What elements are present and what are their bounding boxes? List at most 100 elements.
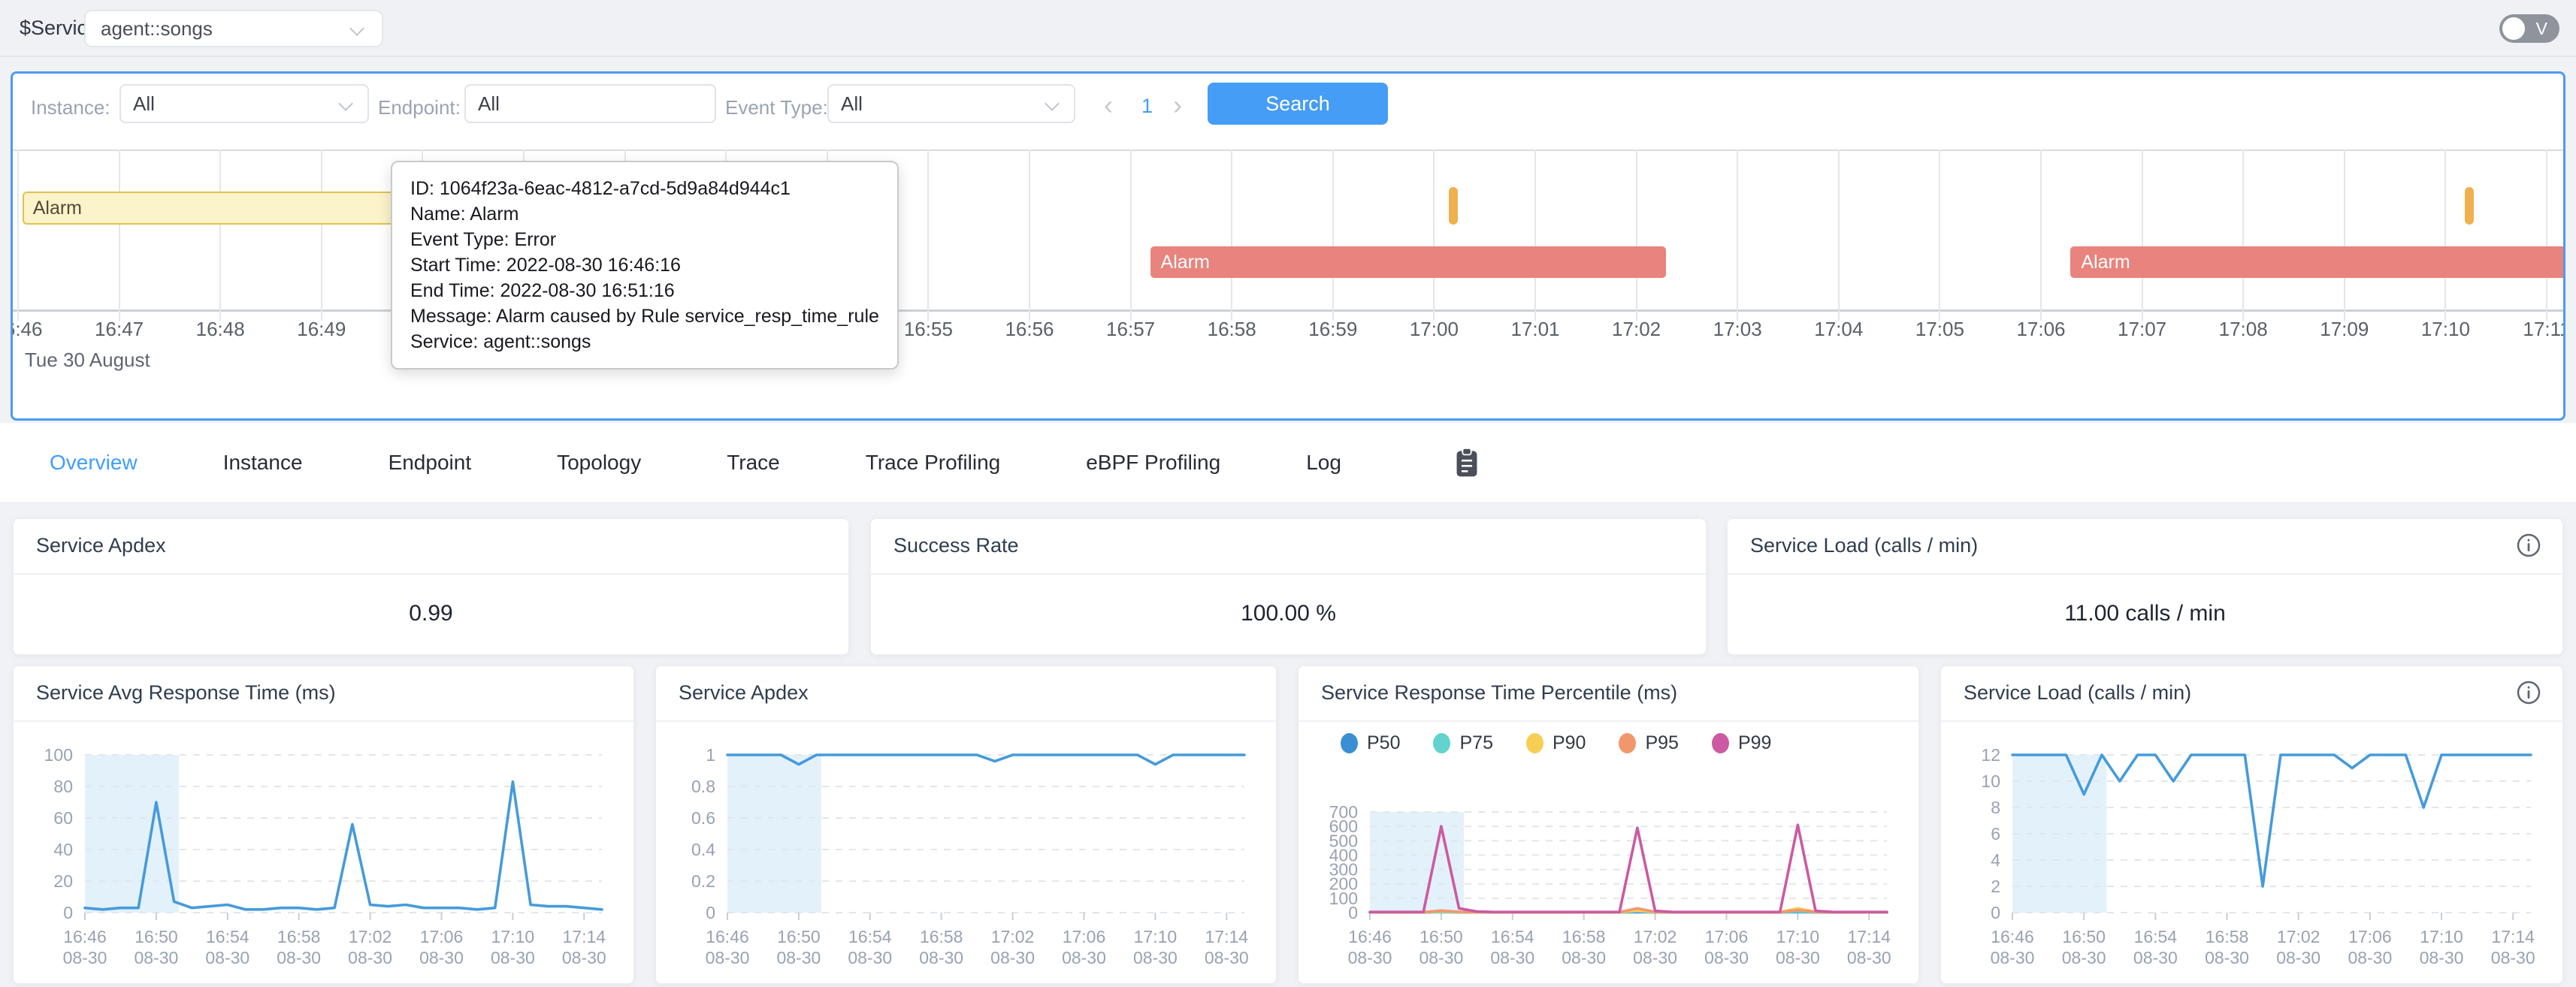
x-axis-tick-label: 17:0608-30	[1062, 927, 1106, 967]
metric-card-title: Success Rate	[893, 534, 1019, 557]
metric-card-success-rate: Success Rate 100.00 %	[870, 518, 1707, 655]
x-axis-tick-label: 16:5808-30	[1562, 927, 1606, 967]
y-axis-tick-label: 2	[1991, 877, 2000, 896]
dashboard-tabs-bar: Overview Instance Endpoint Topology Trace Tra…	[0, 423, 2576, 502]
timeline-time-label: 16:49	[269, 318, 374, 341]
line-chart: 010020030040050060070016:4608-3016:5008-…	[1299, 723, 1918, 983]
timeline-gridline	[1231, 149, 1232, 321]
y-axis-tick-label: 20	[53, 871, 73, 891]
x-axis-tick-label: 16:5808-30	[2205, 927, 2249, 967]
legend-label: P95	[1645, 732, 1678, 754]
y-axis-tick-label: 80	[53, 777, 73, 796]
tab-topology[interactable]: Topology	[557, 451, 641, 475]
chart-card-avg-response-time: Service Avg Response Time (ms) 020406080…	[13, 666, 634, 984]
y-axis-tick-label: 0.2	[691, 871, 715, 891]
x-axis-tick-label: 16:5408-30	[205, 927, 249, 967]
x-axis-tick-label: 17:1408-30	[2491, 927, 2535, 967]
legend-item-p95[interactable]: P95	[1619, 732, 1678, 754]
divider	[656, 720, 1276, 722]
timeline-gridline	[1433, 149, 1435, 321]
tabs-container: Overview Instance Endpoint Topology Trace Tra…	[50, 423, 1480, 502]
search-button[interactable]: Search	[1208, 83, 1388, 125]
chart-card-service-apdex: Service Apdex 00.20.40.60.8116:4608-3016…	[655, 666, 1277, 984]
timeline-time-label: 16:56	[977, 318, 1082, 341]
chevron-down-icon	[339, 95, 355, 112]
x-axis-tick-label: 17:0208-30	[1633, 927, 1677, 967]
timeline-time-label: 17:08	[2191, 318, 2296, 341]
legend-dot-icon	[1619, 733, 1636, 753]
timeline-gridline	[2040, 149, 2042, 321]
timeline-time-label: 17:03	[1685, 318, 1790, 341]
timeline-gridline	[321, 149, 322, 321]
chart-card-service-load: Service Load (calls / min) 02468101216:4…	[1940, 666, 2563, 984]
pager-page-number[interactable]: 1	[1141, 95, 1153, 118]
chevron-down-icon	[350, 20, 367, 37]
timeline-time-label: 16:57	[1078, 318, 1184, 341]
endpoint-input[interactable]	[478, 92, 703, 116]
line-chart: 00.20.40.60.8116:4608-3016:5008-3016:540…	[656, 723, 1276, 983]
timeline-gridline	[2142, 149, 2143, 321]
legend-item-p99[interactable]: P99	[1712, 732, 1771, 754]
tooltip-line: Start Time: 2022-08-30 16:46:16	[410, 252, 879, 278]
legend-item-p75[interactable]: P75	[1433, 732, 1492, 754]
info-icon[interactable]	[2516, 680, 2541, 709]
pager-next-icon[interactable]: ›	[1173, 92, 1182, 119]
timeline-gridline	[2444, 149, 2446, 321]
timeline-point-event[interactable]	[2465, 187, 2474, 225]
timeline-time-label: 17:02	[1584, 318, 1689, 341]
timeline-top-border	[13, 149, 2565, 151]
pager-prev-icon[interactable]: ‹	[1104, 92, 1113, 119]
timeline-point-event[interactable]	[1449, 187, 1458, 225]
timeline-event-bar[interactable]: Alarm	[2070, 246, 2565, 278]
legend-item-p50[interactable]: P50	[1341, 732, 1400, 754]
x-axis-tick-label: 17:1408-30	[1205, 927, 1249, 967]
clipboard-icon[interactable]	[1454, 447, 1480, 478]
endpoint-filter-label: Endpoint:	[378, 96, 461, 119]
x-axis-tick-label: 16:5808-30	[277, 927, 321, 967]
tooltip-line: End Time: 2022-08-30 16:51:16	[410, 278, 879, 303]
metric-card-service-load: Service Load (calls / min) 11.00 calls /…	[1727, 518, 2563, 655]
tab-trace[interactable]: Trace	[727, 451, 780, 475]
timeline-gridline	[1737, 149, 1738, 321]
timeline-gridline	[1939, 149, 1940, 321]
legend-item-p90[interactable]: P90	[1526, 732, 1586, 754]
y-axis-tick-label: 0	[1991, 903, 2000, 922]
instance-select-value: All	[133, 92, 339, 116]
x-axis-tick-label: 16:5008-30	[776, 927, 821, 967]
tooltip-line: Event Type: Error	[410, 227, 879, 252]
x-axis-tick-label: 16:5008-30	[2062, 927, 2106, 967]
x-axis-tick-label: 17:1008-30	[491, 927, 535, 967]
tab-instance[interactable]: Instance	[223, 451, 303, 475]
info-icon[interactable]	[2516, 533, 2541, 562]
x-axis-tick-label: 16:5808-30	[919, 927, 963, 967]
y-axis-tick-label: 1	[706, 745, 715, 765]
x-axis-tick-label: 17:0608-30	[1704, 927, 1749, 967]
tab-endpoint[interactable]: Endpoint	[389, 451, 472, 475]
x-axis-tick-label: 16:5408-30	[1490, 927, 1534, 967]
timeline-gridline	[1838, 149, 1840, 321]
event-type-select[interactable]: All	[827, 84, 1075, 123]
toggle-knob	[2502, 17, 2525, 40]
divider	[1299, 720, 1918, 722]
legend-label: P99	[1738, 732, 1771, 754]
tab-ebpf-profiling[interactable]: eBPF Profiling	[1086, 451, 1220, 475]
legend-dot-icon	[1341, 733, 1358, 753]
x-axis-tick-label: 17:1008-30	[1133, 927, 1178, 967]
top-bar: $Service agent::songs V	[0, 0, 2576, 57]
timeline-time-label: 16:59	[1280, 318, 1386, 341]
tooltip-line: Service: agent::songs	[410, 329, 879, 355]
y-axis-tick-label: 0.8	[691, 777, 715, 796]
version-toggle[interactable]: V	[2499, 14, 2559, 43]
tab-overview[interactable]: Overview	[50, 451, 138, 475]
chart-title: Service Response Time Percentile (ms)	[1321, 681, 1677, 705]
event-tooltip: ID: 1064f23a-6eac-4812-a7cd-5d9a84d944c1…	[391, 161, 899, 370]
legend-dot-icon	[1433, 733, 1450, 753]
service-select[interactable]: agent::songs	[84, 10, 383, 47]
timeline-event-bar[interactable]: Alarm	[1150, 246, 1666, 278]
instance-select[interactable]: All	[119, 84, 369, 123]
tab-trace-profiling[interactable]: Trace Profiling	[866, 451, 1000, 475]
tab-log[interactable]: Log	[1306, 451, 1341, 475]
y-axis-tick-label: 8	[1991, 798, 2000, 817]
y-axis-tick-label: 0	[63, 903, 73, 922]
timeline-time-label: 17:09	[2292, 318, 2397, 341]
